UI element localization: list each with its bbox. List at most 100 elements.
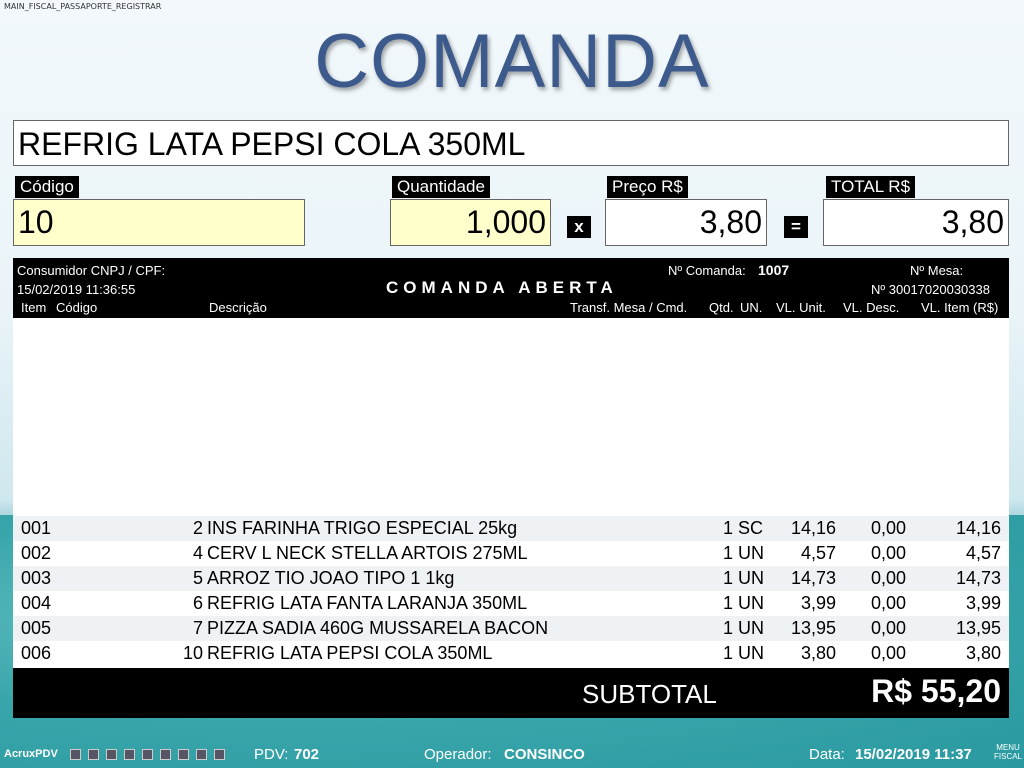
cell-descricao: ARROZ TIO JOAO TIPO 1 1kg xyxy=(207,568,455,588)
cell-codigo: 6 xyxy=(192,593,203,613)
cell-un: UN xyxy=(738,643,764,663)
table-row[interactable]: 004 6 REFRIG LATA FANTA LARANJA 350ML 1 UN 3,… xyxy=(13,591,1009,616)
subtotal-label: SUBTOTAL xyxy=(582,679,717,709)
cell-codigo: 7 xyxy=(192,618,203,638)
cell-vl-desc: 0,00 xyxy=(870,643,906,663)
cell-descricao: REFRIG LATA FANTA LARANJA 350ML xyxy=(207,593,528,613)
col-codigo: Código xyxy=(56,300,98,315)
cell-vl-item: 4,57 xyxy=(965,543,1001,563)
cell-codigo: 10 xyxy=(182,643,203,663)
preco-label: Preço R$ xyxy=(607,176,688,198)
cell-item: 004 xyxy=(21,593,52,613)
cell-vl-unit: 3,99 xyxy=(800,593,836,613)
col-vl-item: VL. Item (R$) xyxy=(921,300,999,315)
cell-qtd: 1 xyxy=(722,593,733,613)
cell-vl-item: 3,99 xyxy=(965,593,1001,613)
cell-un: UN xyxy=(738,543,764,563)
comanda-status: COMANDA ABERTA xyxy=(386,278,618,297)
cell-vl-unit: 14,73 xyxy=(790,568,836,588)
col-descricao: Descrição xyxy=(209,300,267,315)
equals-sign: = xyxy=(784,216,808,238)
scale-icon[interactable] xyxy=(124,749,135,760)
cell-vl-item: 13,95 xyxy=(955,618,1001,638)
subtotal-bar: SUBTOTAL R$ 55,20 xyxy=(13,668,1009,718)
table-row[interactable]: 005 7 PIZZA SADIA 460G MUSSARELA BACON 1 UN 1… xyxy=(13,616,1009,641)
data-value: 15/02/2019 11:37 xyxy=(855,746,972,763)
cell-item: 005 xyxy=(21,618,52,638)
quantidade-input[interactable]: 1,000 xyxy=(390,199,551,246)
cell-codigo: 4 xyxy=(192,543,203,563)
drawer-icon[interactable] xyxy=(178,749,189,760)
product-description-display: REFRIG LATA PEPSI COLA 350ML xyxy=(13,120,1009,166)
cell-descricao: CERV L NECK STELLA ARTOIS 275ML xyxy=(207,543,528,563)
cell-vl-unit: 13,95 xyxy=(790,618,836,638)
shield-icon[interactable] xyxy=(160,749,171,760)
cell-vl-item: 14,73 xyxy=(955,568,1001,588)
comanda-number-label: Nº Comanda: xyxy=(668,263,746,278)
cell-descricao: INS FARINHA TRIGO ESPECIAL 25kg xyxy=(207,518,518,538)
cell-vl-desc: 0,00 xyxy=(870,618,906,638)
cell-qtd: 1 xyxy=(722,543,733,563)
calculator-icon[interactable] xyxy=(214,749,225,760)
cell-vl-unit: 3,80 xyxy=(800,643,836,663)
keyboard-icon[interactable] xyxy=(142,749,153,760)
items-grid: Consumidor CNPJ / CPF: 15/02/2019 11:36:… xyxy=(13,258,1009,718)
cell-un: UN xyxy=(738,618,764,638)
col-vl-desc: VL. Desc. xyxy=(843,300,900,315)
menu-fiscal-button[interactable]: MENU FISCAL xyxy=(994,743,1022,761)
total-label: TOTAL R$ xyxy=(826,176,916,198)
col-vl-unit: VL. Unit. xyxy=(776,300,826,315)
col-item: Item xyxy=(21,300,47,315)
computer-icon[interactable] xyxy=(88,749,99,760)
cell-descricao: REFRIG LATA PEPSI COLA 350ML xyxy=(207,643,493,663)
network-icon[interactable] xyxy=(70,749,81,760)
cell-qtd: 1 xyxy=(722,643,733,663)
status-bar: AcruxPDV PDV: 702 Operador: CONSINCO Dat… xyxy=(0,740,1024,768)
cell-vl-item: 3,80 xyxy=(965,643,1001,663)
corner-caption: MAIN_FISCAL_PASSAPORTE_REGISTRAR xyxy=(4,2,162,11)
codigo-input[interactable]: 10 xyxy=(13,199,305,246)
cell-qtd: 1 xyxy=(722,618,733,638)
cell-codigo: 2 xyxy=(192,518,203,538)
data-label: Data: xyxy=(809,746,845,763)
page-title: COMANDA xyxy=(314,19,710,104)
col-un: UN. xyxy=(740,300,763,315)
cell-qtd: 1 xyxy=(722,568,733,588)
cell-codigo: 5 xyxy=(192,568,203,588)
pdv-value: 702 xyxy=(294,746,320,763)
cell-vl-item: 14,16 xyxy=(955,518,1001,538)
codigo-label: Código xyxy=(15,176,79,198)
cell-item: 001 xyxy=(21,518,52,538)
card-reader-icon[interactable] xyxy=(196,749,207,760)
cell-vl-desc: 0,00 xyxy=(870,593,906,613)
serial-number: Nº 30017020030338 xyxy=(871,282,990,297)
col-qtd: Qtd. xyxy=(709,300,734,315)
mesa-label: Nº Mesa: xyxy=(910,263,964,278)
cell-qtd: 1 xyxy=(722,518,733,538)
grid-header: Consumidor CNPJ / CPF: 15/02/2019 11:36:… xyxy=(13,258,1009,318)
table-row[interactable]: 006 10 REFRIG LATA PEPSI COLA 350ML 1 UN 3,80… xyxy=(13,641,1009,666)
comanda-number: 1007 xyxy=(758,262,790,278)
col-transf: Transf. Mesa / Cmd. xyxy=(570,300,688,315)
cell-vl-unit: 14,16 xyxy=(790,518,836,538)
app-name: AcruxPDV xyxy=(4,748,58,760)
cell-un: UN xyxy=(738,593,764,613)
cell-item: 002 xyxy=(21,543,52,563)
subtotal-value: R$ 55,20 xyxy=(871,673,1001,709)
cell-vl-desc: 0,00 xyxy=(870,568,906,588)
cell-vl-desc: 0,00 xyxy=(870,543,906,563)
printer-icon[interactable] xyxy=(106,749,117,760)
table-row[interactable]: 001 2 INS FARINHA TRIGO ESPECIAL 25kg 1 SC 14… xyxy=(13,516,1009,541)
table-row[interactable]: 002 4 CERV L NECK STELLA ARTOIS 275ML 1 UN 4,… xyxy=(13,541,1009,566)
cell-vl-unit: 4,57 xyxy=(800,543,836,563)
cell-vl-desc: 0,00 xyxy=(870,518,906,538)
cell-descricao: PIZZA SADIA 460G MUSSARELA BACON xyxy=(207,618,549,638)
comanda-datetime: 15/02/2019 11:36:55 xyxy=(17,282,136,297)
total-field: 3,80 xyxy=(823,199,1009,246)
cell-un: UN xyxy=(738,568,764,588)
pdv-label: PDV: xyxy=(254,746,289,763)
cell-item: 006 xyxy=(21,643,52,663)
operador-label: Operador: xyxy=(424,746,492,763)
quantidade-label: Quantidade xyxy=(392,176,490,198)
table-row[interactable]: 003 5 ARROZ TIO JOAO TIPO 1 1kg 1 UN 14,73 0,0… xyxy=(13,566,1009,591)
